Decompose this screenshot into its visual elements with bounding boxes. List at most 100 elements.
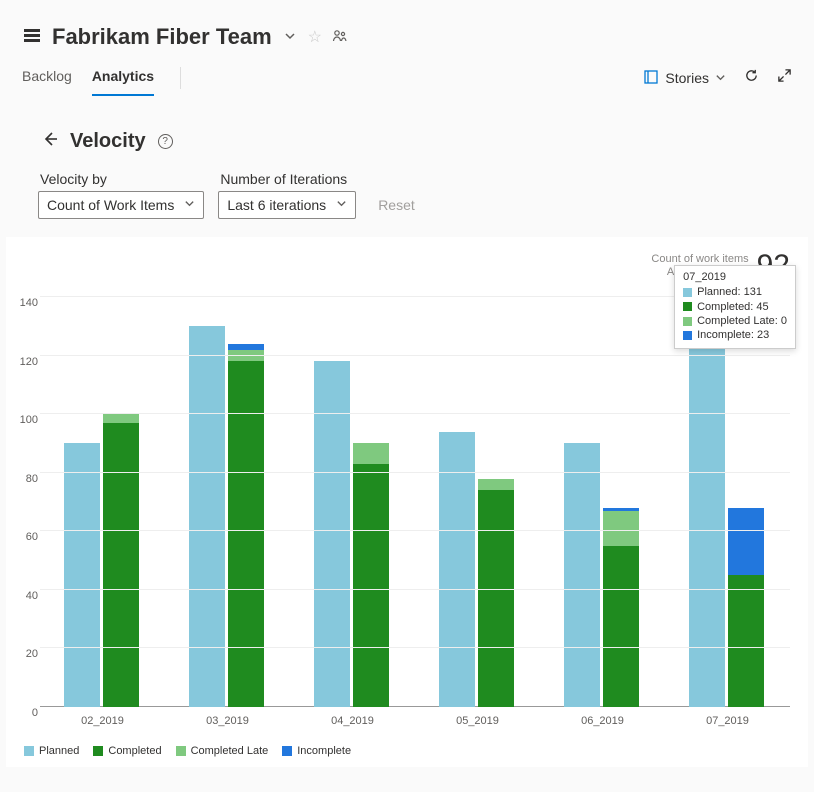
bar-segment-late[interactable] (603, 511, 639, 546)
swatch-completed-icon (683, 302, 692, 311)
tab-backlog[interactable]: Backlog (22, 60, 72, 96)
legend-completed[interactable]: Completed (93, 745, 161, 757)
velocity-by-select[interactable]: Count of Work Items (38, 191, 204, 219)
tooltip-incomplete: Incomplete: 23 (697, 328, 769, 342)
bar-segment-completed[interactable] (103, 423, 139, 707)
bar-planned[interactable] (64, 443, 100, 707)
bar-planned[interactable] (439, 432, 475, 707)
favorite-star-icon[interactable]: ☆ (308, 27, 322, 47)
bar-pair (64, 414, 142, 707)
x-tick-label: 04_2019 (290, 715, 415, 727)
back-arrow-icon[interactable] (42, 131, 58, 152)
swatch-planned-icon (683, 288, 692, 297)
bar-segment-late[interactable] (478, 479, 514, 491)
chart-tooltip: 07_2019 Planned: 131 Completed: 45 Compl… (674, 265, 796, 348)
right-controls: Stories (643, 68, 792, 88)
y-tick: 80 (26, 473, 38, 485)
bar-planned[interactable] (689, 323, 725, 707)
legend-incomplete[interactable]: Incomplete (282, 745, 351, 757)
legend-planned[interactable]: Planned (24, 745, 79, 757)
tabs: Backlog Analytics (22, 60, 187, 96)
iterations-select[interactable]: Last 6 iterations (218, 191, 356, 219)
bar-stack[interactable] (728, 508, 764, 707)
tooltip-completed-late: Completed Late: 0 (697, 314, 787, 328)
legend-completed-late[interactable]: Completed Late (176, 745, 269, 757)
stories-label: Stories (665, 70, 709, 86)
gridline (40, 530, 790, 531)
bar-planned[interactable] (189, 326, 225, 707)
x-tick-label: 07_2019 (665, 715, 790, 727)
chevron-down-icon (184, 198, 195, 212)
velocity-chart[interactable]: 020406080100120140 02_201903_201904_2019… (40, 297, 790, 707)
bar-group: 07_2019 (665, 297, 790, 707)
y-axis: 020406080100120140 (16, 297, 40, 707)
bar-planned[interactable] (564, 443, 600, 707)
chart-legend: Planned Completed Completed Late Incompl… (24, 745, 351, 757)
stories-icon (643, 69, 659, 88)
iterations-label: Number of Iterations (218, 171, 356, 187)
y-tick: 40 (26, 590, 38, 602)
bar-segment-incomplete[interactable] (728, 508, 764, 575)
swatch-incomplete-icon (683, 331, 692, 340)
velocity-by-label: Velocity by (38, 171, 204, 187)
bar-stack[interactable] (228, 344, 264, 707)
page-title: Velocity (70, 130, 146, 153)
team-dropdown-chevron[interactable] (282, 30, 298, 45)
fullscreen-button[interactable] (777, 68, 792, 88)
velocity-by-control: Velocity by Count of Work Items (38, 171, 204, 219)
stats-line1: Count of work items (651, 253, 748, 266)
bar-group: 03_2019 (165, 297, 290, 707)
bar-stack[interactable] (603, 508, 639, 707)
gridline (40, 647, 790, 648)
refresh-button[interactable] (744, 68, 759, 88)
swatch-completed-icon (93, 746, 103, 756)
team-header: Fabrikam Fiber Team ☆ (0, 0, 814, 60)
team-members-icon[interactable] (332, 28, 348, 47)
velocity-by-value: Count of Work Items (47, 197, 174, 213)
bar-group: 05_2019 (415, 297, 540, 707)
swatch-late-icon (176, 746, 186, 756)
y-tick: 20 (26, 648, 38, 660)
tooltip-title: 07_2019 (683, 271, 787, 283)
bar-group: 04_2019 (290, 297, 415, 707)
bar-segment-completed[interactable] (478, 490, 514, 707)
x-tick-label: 02_2019 (40, 715, 165, 727)
chart-controls: Velocity by Count of Work Items Number o… (0, 167, 814, 237)
gridline (40, 355, 790, 356)
bar-segment-late[interactable] (103, 414, 139, 423)
swatch-late-icon (683, 317, 692, 326)
chevron-down-icon (336, 198, 347, 212)
stories-dropdown[interactable]: Stories (643, 69, 726, 88)
y-tick: 60 (26, 531, 38, 543)
x-tick-label: 03_2019 (165, 715, 290, 727)
x-tick-label: 06_2019 (540, 715, 665, 727)
bar-segment-late[interactable] (353, 443, 389, 464)
help-icon[interactable]: ? (158, 134, 173, 149)
tooltip-completed: Completed: 45 (697, 300, 769, 314)
swatch-incomplete-icon (282, 746, 292, 756)
tab-row: Backlog Analytics Stories (0, 60, 814, 96)
bar-pair (189, 326, 267, 707)
y-tick: 120 (20, 356, 38, 368)
gridline (40, 413, 790, 414)
bar-segment-late[interactable] (228, 350, 264, 362)
swatch-planned-icon (24, 746, 34, 756)
tooltip-planned: Planned: 131 (697, 285, 762, 299)
bar-group: 06_2019 (540, 297, 665, 707)
bar-group: 02_2019 (40, 297, 165, 707)
bar-segment-completed[interactable] (603, 546, 639, 707)
velocity-header: Velocity ? (0, 96, 814, 167)
chevron-down-icon (715, 70, 726, 86)
bar-stack[interactable] (353, 443, 389, 707)
reset-button[interactable]: Reset (370, 197, 415, 219)
bar-stack[interactable] (103, 414, 139, 707)
bar-pair (564, 443, 642, 707)
y-tick: 100 (20, 414, 38, 426)
bar-stack[interactable] (478, 479, 514, 707)
bar-pair (689, 323, 767, 707)
team-name[interactable]: Fabrikam Fiber Team (52, 24, 272, 50)
bar-segment-completed[interactable] (353, 464, 389, 707)
tab-analytics[interactable]: Analytics (92, 60, 154, 96)
y-tick: 0 (32, 707, 38, 719)
bar-segment-completed[interactable] (728, 575, 764, 707)
